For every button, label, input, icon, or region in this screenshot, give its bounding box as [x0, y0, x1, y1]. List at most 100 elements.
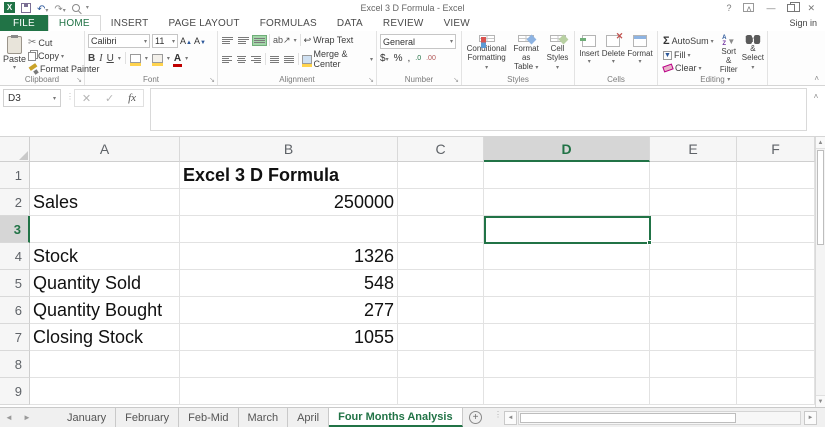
row-header-9[interactable]: 9 — [0, 378, 30, 405]
cell-b9[interactable] — [180, 378, 398, 405]
font-size-dropdown-icon[interactable]: ▾ — [172, 38, 175, 45]
selected-cell-d3[interactable] — [484, 216, 651, 244]
align-right-button[interactable] — [250, 54, 262, 65]
cell-e3[interactable] — [650, 216, 737, 243]
cell-styles-button[interactable]: Cell Styles ▾ — [544, 34, 571, 73]
undo-button[interactable]: ↶▾ — [37, 0, 48, 17]
new-sheet-button[interactable]: + — [463, 408, 489, 427]
sheet-tab-four-months-analysis[interactable]: Four Months Analysis — [329, 408, 463, 427]
align-center-button[interactable] — [236, 54, 248, 65]
name-box[interactable]: D3▾ — [3, 89, 61, 107]
tab-formulas[interactable]: FORMULAS — [250, 15, 327, 31]
cell-e5[interactable] — [650, 270, 737, 297]
tab-home[interactable]: HOME — [48, 15, 101, 31]
underline-dropdown-icon[interactable]: ▾ — [118, 55, 121, 62]
hscroll-right-icon[interactable]: ► — [804, 411, 817, 425]
restore-button[interactable] — [787, 4, 795, 12]
cell-a7[interactable]: Closing Stock — [30, 324, 180, 351]
sort-filter-button[interactable]: AZ▼ Sort &Filter ▾ — [720, 34, 738, 73]
name-box-dropdown-icon[interactable]: ▾ — [53, 95, 56, 102]
column-header-d[interactable]: D — [484, 137, 650, 162]
format-cells-button[interactable]: Format ▾ — [627, 34, 652, 73]
cell-a4[interactable]: Stock — [30, 243, 180, 270]
conditional-formatting-button[interactable]: Conditional Formatting ▾ — [465, 34, 508, 73]
increase-indent-button[interactable] — [283, 54, 295, 65]
cell-c3[interactable] — [398, 216, 484, 243]
italic-button[interactable]: I — [99, 53, 102, 64]
insert-function-icon[interactable]: fx — [128, 92, 136, 104]
cell-b8[interactable] — [180, 351, 398, 378]
cell-c6[interactable] — [398, 297, 484, 324]
help-button[interactable]: ? — [726, 3, 731, 13]
column-header-a[interactable]: A — [30, 137, 180, 162]
cell-a1[interactable] — [30, 162, 180, 189]
cell-d4[interactable] — [484, 243, 650, 270]
accounting-format-button[interactable]: $▾ — [380, 53, 389, 64]
cell-d8[interactable] — [484, 351, 650, 378]
cell-b7[interactable]: 1055 — [180, 324, 398, 351]
middle-align-button[interactable] — [237, 35, 250, 46]
horizontal-scrollbar[interactable] — [518, 411, 801, 425]
cell-e2[interactable] — [650, 189, 737, 216]
column-header-e[interactable]: E — [650, 137, 737, 162]
number-format-dropdown-icon[interactable]: ▾ — [450, 38, 453, 45]
tab-data[interactable]: DATA — [327, 15, 373, 31]
cell-c7[interactable] — [398, 324, 484, 351]
row-header-5[interactable]: 5 — [0, 270, 30, 297]
cell-a3[interactable] — [30, 216, 180, 243]
cell-f7[interactable] — [737, 324, 815, 351]
cell-a9[interactable] — [30, 378, 180, 405]
cell-f1[interactable] — [737, 162, 815, 189]
font-color-button[interactable]: A — [174, 53, 181, 64]
sheet-tab-april[interactable]: April — [288, 408, 329, 427]
select-all-button[interactable] — [0, 137, 30, 162]
fill-color-dropdown-icon[interactable]: ▾ — [167, 55, 170, 62]
formula-input[interactable] — [150, 88, 807, 131]
cell-b2[interactable]: 250000 — [180, 189, 398, 216]
redo-button[interactable]: ↷▾ — [54, 0, 65, 17]
cell-e4[interactable] — [650, 243, 737, 270]
cell-c9[interactable] — [398, 378, 484, 405]
alignment-dialog-launcher-icon[interactable]: ↘ — [368, 76, 374, 84]
cell-f6[interactable] — [737, 297, 815, 324]
borders-icon[interactable] — [130, 54, 141, 63]
row-header-3[interactable]: 3 — [0, 216, 30, 243]
cell-e1[interactable] — [650, 162, 737, 189]
cell-f9[interactable] — [737, 378, 815, 405]
column-header-c[interactable]: C — [398, 137, 484, 162]
cell-d5[interactable] — [484, 270, 650, 297]
cell-f2[interactable] — [737, 189, 815, 216]
decrease-decimal-icon[interactable]: .00 — [426, 55, 436, 62]
undo-dropdown-icon[interactable]: ▾ — [45, 8, 48, 14]
row-header-1[interactable]: 1 — [0, 162, 30, 189]
align-left-button[interactable] — [221, 54, 233, 65]
font-size-combo[interactable]: 11▾ — [152, 34, 178, 48]
cell-f3[interactable] — [737, 216, 815, 243]
merge-center-button[interactable]: Merge & Center▾ — [302, 49, 373, 69]
insert-cells-button[interactable]: Insert ▾ — [579, 34, 599, 73]
tab-file[interactable]: FILE — [0, 15, 48, 31]
font-name-combo[interactable]: Calibri▾ — [88, 34, 150, 48]
cell-e8[interactable] — [650, 351, 737, 378]
tab-scrollbar-splitter[interactable]: ⋮ — [494, 411, 502, 418]
cell-a6[interactable]: Quantity Bought — [30, 297, 180, 324]
cell-c8[interactable] — [398, 351, 484, 378]
cell-a8[interactable] — [30, 351, 180, 378]
bottom-align-button[interactable] — [253, 36, 266, 45]
sheet-nav-left-icon[interactable]: ◄ — [0, 408, 18, 427]
increase-font-button[interactable]: A▲ — [180, 36, 192, 46]
wrap-text-button[interactable]: ↩Wrap Text — [304, 35, 354, 46]
fill-handle[interactable] — [647, 240, 652, 245]
delete-cells-button[interactable]: Delete ▾ — [602, 34, 625, 73]
sheet-tab-january[interactable]: January — [58, 408, 116, 427]
cell-d2[interactable] — [484, 189, 650, 216]
cancel-icon[interactable]: ✕ — [82, 92, 91, 105]
top-align-button[interactable] — [221, 35, 234, 46]
increase-decimal-icon[interactable]: .0 — [415, 55, 421, 62]
orientation-button[interactable]: ab↗ — [273, 35, 291, 46]
cell-b5[interactable]: 548 — [180, 270, 398, 297]
cell-f4[interactable] — [737, 243, 815, 270]
scroll-up-icon[interactable]: ▲ — [816, 137, 825, 149]
qat-customize-icon[interactable]: ▾ — [86, 4, 89, 11]
vertical-scrollbar[interactable]: ▲ ▼ — [815, 137, 825, 407]
